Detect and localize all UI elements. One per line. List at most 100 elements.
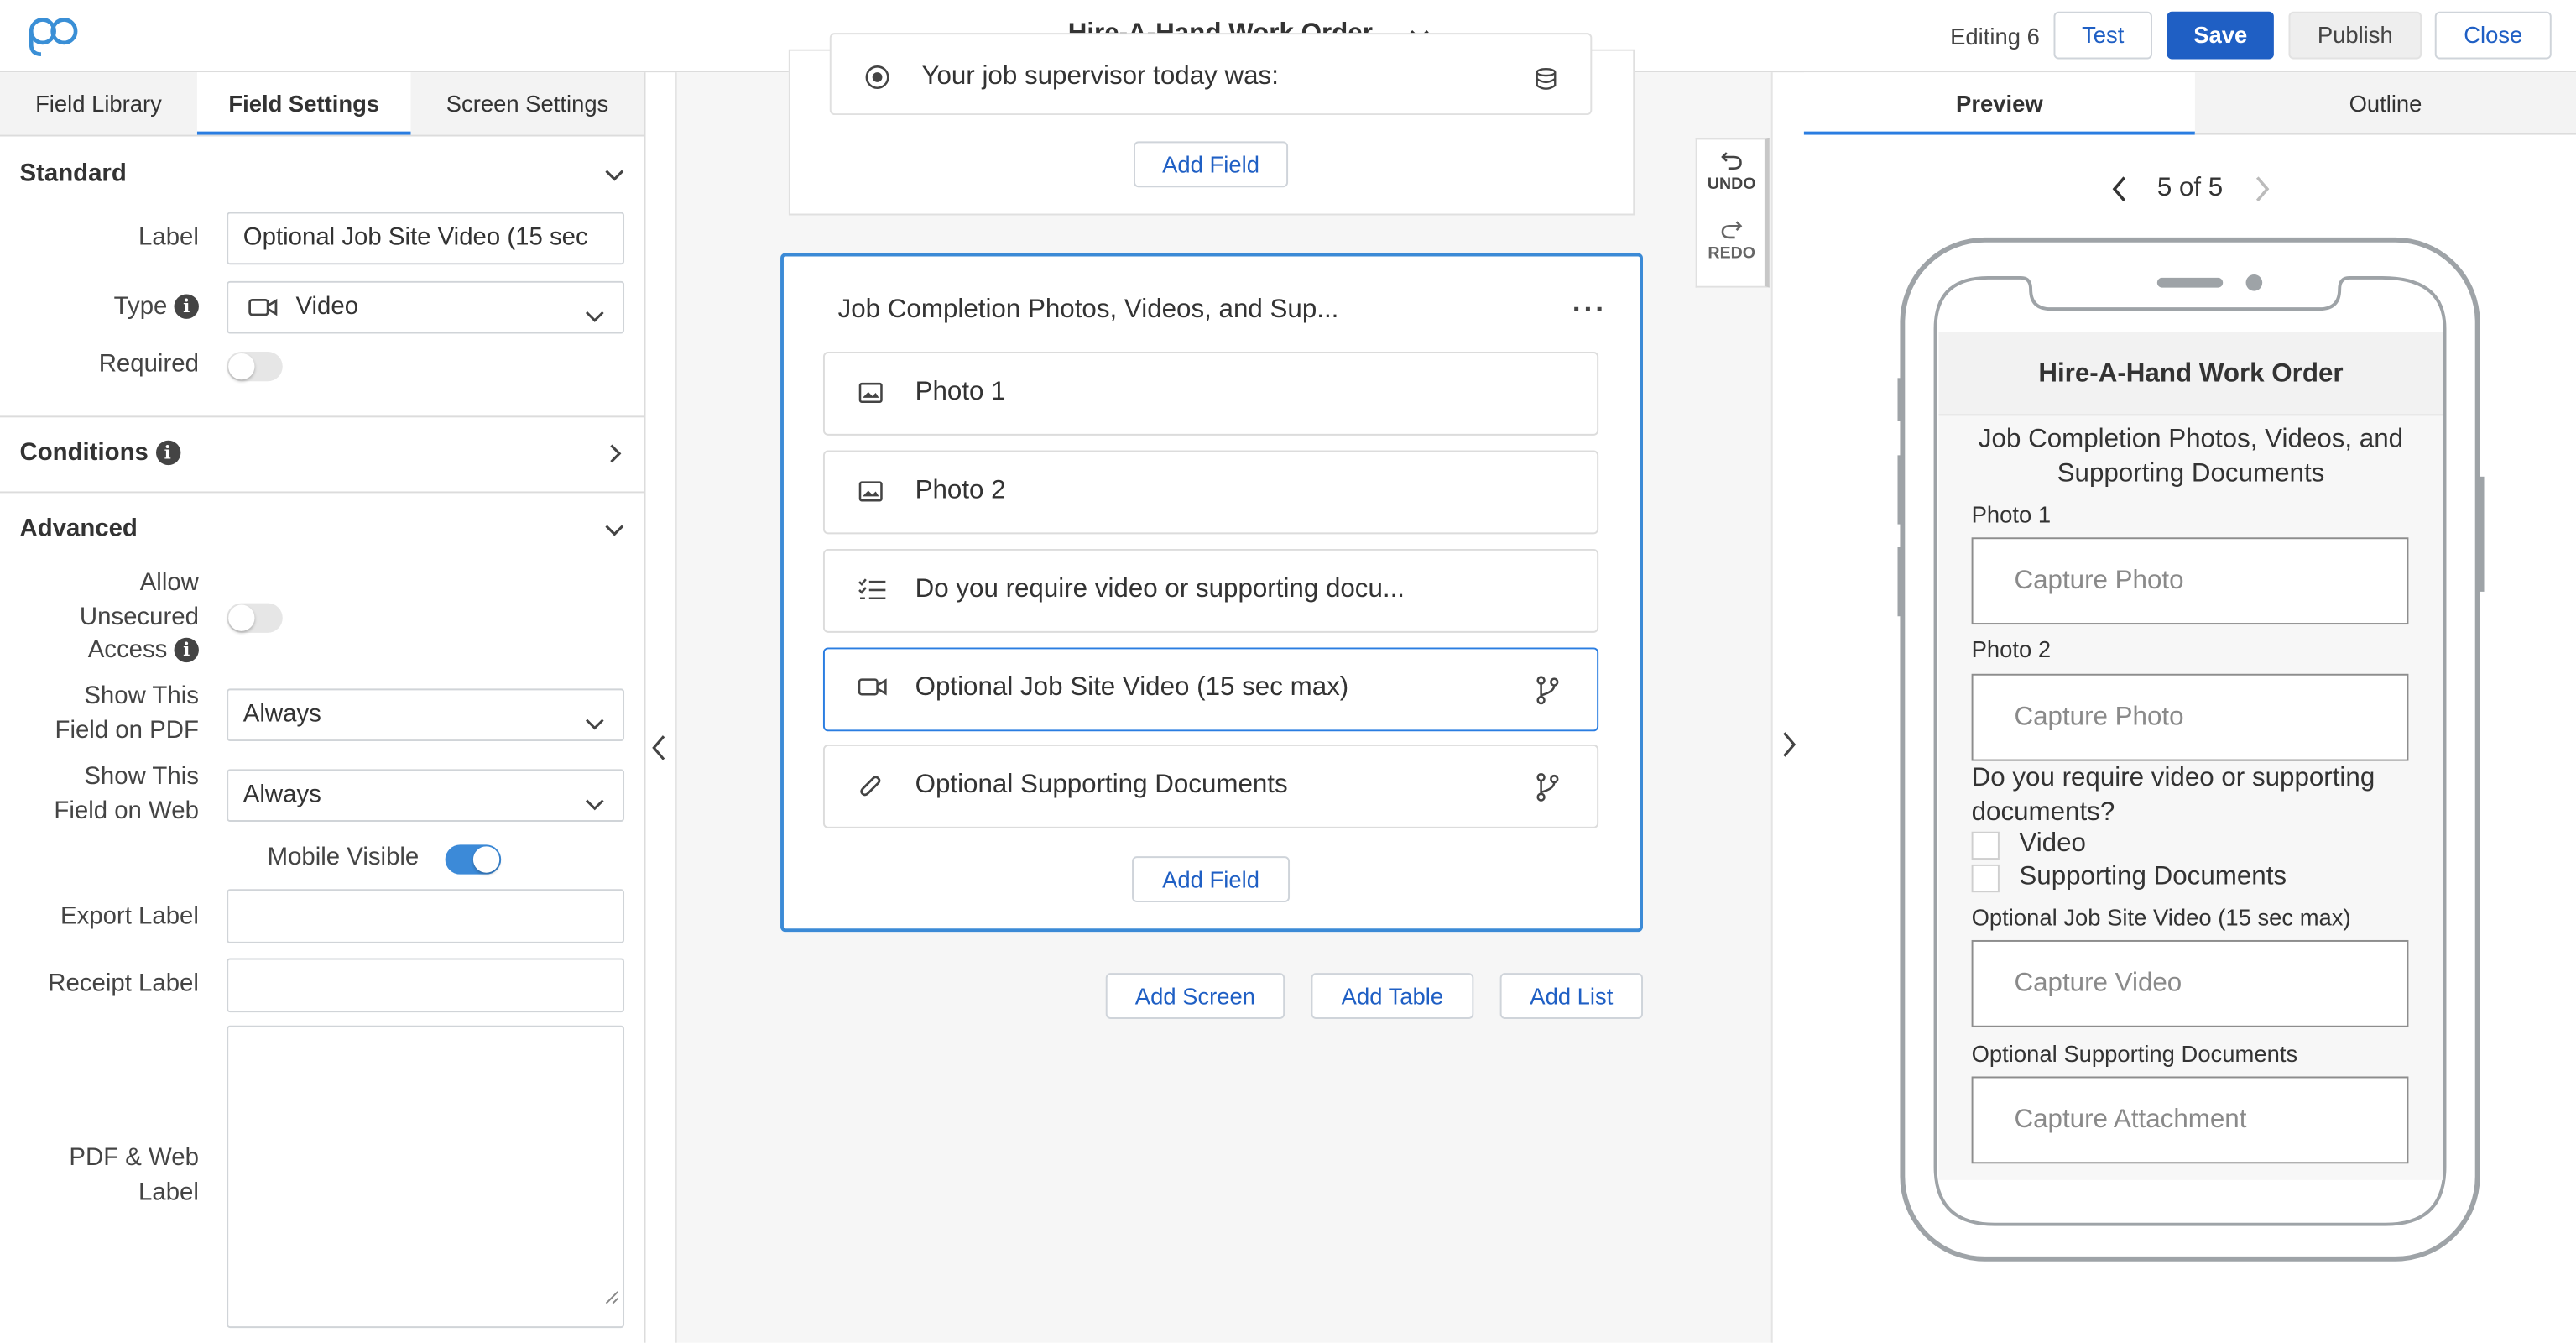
test-button[interactable]: Test xyxy=(2053,11,2152,60)
preview-photo-1-label: Photo 1 xyxy=(1971,501,2052,528)
undo-label: UNDO xyxy=(1707,175,1756,195)
redo-icon xyxy=(1721,221,1743,239)
required-toggle[interactable] xyxy=(227,352,283,382)
undo-icon xyxy=(1721,152,1742,170)
video-icon xyxy=(858,676,887,707)
gocanvas-logo[interactable] xyxy=(26,15,82,66)
conditions-section-title[interactable]: Conditions i xyxy=(19,439,180,467)
export-label-label: Export Label xyxy=(60,901,199,931)
export-label-input[interactable] xyxy=(227,889,625,943)
paperclip-icon xyxy=(858,772,884,810)
mobile-visible-toggle[interactable] xyxy=(445,844,502,875)
undo-redo-panel: UNDO REDO xyxy=(1695,138,1770,288)
show-on-pdf-value: Always xyxy=(242,700,321,729)
database-icon xyxy=(1535,67,1557,98)
field-name: Your job supervisor today was: xyxy=(921,62,1279,91)
add-table-button[interactable]: Add Table xyxy=(1311,973,1474,1019)
add-screen-button[interactable]: Add Screen xyxy=(1105,973,1285,1019)
screen-title[interactable]: Job Completion Photos, Videos, and Sup..… xyxy=(838,295,1339,325)
capture-photo-2-button[interactable]: Capture Photo xyxy=(1971,673,2409,761)
collapse-left-panel-icon[interactable] xyxy=(647,733,670,771)
label-input[interactable]: Optional Job Site Video (15 sec xyxy=(227,212,625,265)
info-icon[interactable]: i xyxy=(174,637,199,663)
chevron-right-icon[interactable] xyxy=(603,442,626,473)
video-checkbox[interactable] xyxy=(1971,831,2000,860)
redo-button[interactable]: REDO xyxy=(1697,217,1766,263)
supporting-docs-checkbox[interactable] xyxy=(1971,864,2000,893)
tab-outline[interactable]: Outline xyxy=(2194,72,2576,135)
unsecured-access-label: Allow Unsecured Access i xyxy=(79,568,199,665)
tab-field-library[interactable]: Field Library xyxy=(0,72,197,135)
type-field-label: Type i xyxy=(33,291,199,325)
editing-version: Editing 6 xyxy=(1950,23,2040,50)
add-field-button[interactable]: Add Field xyxy=(1132,856,1291,902)
receipt-label-input[interactable] xyxy=(227,958,625,1013)
unsecured-access-toggle[interactable] xyxy=(227,603,283,633)
tab-screen-settings[interactable]: Screen Settings xyxy=(410,72,644,135)
tab-field-settings[interactable]: Field Settings xyxy=(196,72,411,135)
info-icon[interactable]: i xyxy=(155,440,180,466)
show-on-pdf-select[interactable]: Always xyxy=(227,688,625,742)
mobile-visible-label: Mobile Visible xyxy=(267,843,420,871)
show-on-pdf-label: Show This Field on PDF xyxy=(55,682,199,744)
label-field-label: Label xyxy=(138,223,199,252)
field-row[interactable]: Your job supervisor today was: xyxy=(829,33,1593,116)
field-row-photo-1[interactable]: Photo 1 xyxy=(822,352,1599,436)
show-on-web-value: Always xyxy=(242,781,321,809)
chevron-down-icon xyxy=(583,703,606,739)
preview-app-title: Hire-A-Hand Work Order xyxy=(2038,359,2344,389)
chevron-down-icon xyxy=(583,784,606,820)
field-row-require-question[interactable]: Do you require video or supporting docu.… xyxy=(822,548,1599,633)
publish-button[interactable]: Publish xyxy=(2288,11,2422,60)
field-name: Optional Job Site Video (15 sec max) xyxy=(915,673,1349,703)
video-icon xyxy=(248,283,278,332)
field-name: Photo 1 xyxy=(915,378,1006,406)
advanced-section-title[interactable]: Advanced xyxy=(19,515,137,542)
preview-video-label: Optional Job Site Video (15 sec max) xyxy=(1971,903,2351,931)
required-label: Required xyxy=(98,350,199,379)
redo-label: REDO xyxy=(1708,244,1756,264)
field-name: Photo 2 xyxy=(915,476,1006,505)
next-screen-icon[interactable] xyxy=(2252,175,2271,212)
standard-section-title[interactable]: Standard xyxy=(19,159,126,187)
undo-button[interactable]: UNDO xyxy=(1697,148,1766,194)
previous-screen-icon[interactable] xyxy=(2109,175,2129,212)
type-value: Video xyxy=(295,292,359,321)
preview-photo-2-label: Photo 2 xyxy=(1971,635,2052,663)
show-on-web-label: Show This Field on Web xyxy=(54,762,199,824)
more-options-icon[interactable]: ··· xyxy=(1572,293,1607,327)
resize-handle-icon[interactable] xyxy=(605,1273,620,1323)
field-row-video-selected[interactable]: Optional Job Site Video (15 sec max) xyxy=(822,647,1599,732)
collapse-right-panel-icon[interactable] xyxy=(1778,729,1801,767)
capture-video-button[interactable]: Capture Video xyxy=(1971,939,2409,1027)
divider xyxy=(0,415,644,418)
branch-icon[interactable] xyxy=(1536,772,1559,810)
field-name: Do you require video or supporting docu.… xyxy=(915,575,1405,604)
chevron-down-icon[interactable] xyxy=(603,163,626,194)
radio-icon xyxy=(864,64,890,98)
field-row-supporting-docs[interactable]: Optional Supporting Documents xyxy=(822,744,1599,828)
pdf-web-label-label: PDF & Web Label xyxy=(69,1143,199,1206)
pdf-web-label-textarea[interactable] xyxy=(227,1025,625,1329)
field-name: Optional Supporting Documents xyxy=(915,771,1288,799)
add-field-button[interactable]: Add Field xyxy=(1134,141,1289,188)
field-row-photo-2[interactable]: Photo 2 xyxy=(822,450,1599,535)
image-icon xyxy=(858,379,884,414)
capture-photo-1-button[interactable]: Capture Photo xyxy=(1971,537,2409,625)
supporting-docs-option-label[interactable]: Supporting Documents xyxy=(2019,863,2287,892)
tab-preview[interactable]: Preview xyxy=(1803,72,2195,135)
capture-attachment-button[interactable]: Capture Attachment xyxy=(1971,1076,2409,1164)
add-list-button[interactable]: Add List xyxy=(1499,973,1643,1019)
preview-docs-label: Optional Supporting Documents xyxy=(1971,1040,2298,1067)
video-option-label[interactable]: Video xyxy=(2019,830,2086,860)
type-select[interactable]: Video xyxy=(227,280,625,334)
save-button[interactable]: Save xyxy=(2167,11,2274,60)
preview-screen-title: Job Completion Photos, Videos, and Suppor… xyxy=(1978,426,2404,488)
branch-icon[interactable] xyxy=(1536,676,1559,713)
show-on-web-select[interactable]: Always xyxy=(227,769,625,822)
info-icon[interactable]: i xyxy=(174,294,199,319)
preview-question: Do you require video or supporting docume… xyxy=(1971,764,2375,826)
chevron-down-icon[interactable] xyxy=(603,518,626,549)
close-button[interactable]: Close xyxy=(2434,11,2552,60)
checklist-icon xyxy=(858,577,887,611)
